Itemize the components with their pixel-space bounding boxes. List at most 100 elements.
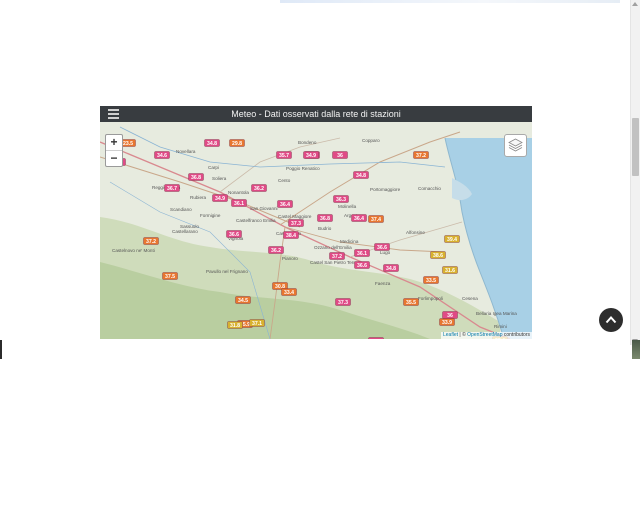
station-reading: 36.2 (271, 248, 281, 254)
place-label: Portomaggiore (370, 187, 401, 192)
station-reading: 36.4 (354, 216, 364, 222)
place-label: Pianoro (282, 256, 298, 261)
leaflet-link[interactable]: Leaflet (443, 332, 458, 338)
station-reading: 35.5 (406, 300, 416, 306)
station-reading: 38.4 (286, 233, 296, 239)
station-marker[interactable]: 36.6 (354, 261, 370, 270)
zoom-in-button[interactable]: + (106, 135, 122, 150)
place-label: Forlimpopoli (418, 296, 443, 301)
station-marker[interactable]: 36.8 (188, 173, 204, 182)
station-marker[interactable]: 36.1 (231, 199, 247, 208)
station-marker[interactable]: 36.8 (317, 214, 333, 223)
station-marker[interactable]: 36.7 (368, 337, 384, 340)
station-marker[interactable]: 36.7 (164, 184, 180, 193)
back-to-top-button[interactable] (599, 308, 623, 332)
station-marker[interactable]: 39.4 (444, 235, 460, 244)
place-label: Scandiano (170, 207, 192, 212)
station-marker[interactable]: 37.2 (329, 252, 345, 261)
place-label: Bondeno (298, 140, 317, 145)
station-marker[interactable]: 34.8 (383, 264, 399, 273)
station-marker[interactable]: 37.2 (143, 237, 159, 246)
map-canvas[interactable]: Novellara Bondeno Copparo Carpi Soliera Reggi… (100, 122, 532, 339)
station-marker[interactable]: 37.4 (368, 215, 384, 224)
station-marker[interactable]: 37.3 (335, 298, 351, 307)
browser-top-strip (280, 0, 620, 3)
place-label: Poggio Renatico (286, 166, 320, 171)
station-reading: 23.5 (123, 141, 133, 147)
station-reading: 38.6 (433, 253, 443, 259)
station-reading: 33.9 (442, 320, 452, 326)
station-marker[interactable]: 33.4 (281, 288, 297, 297)
station-marker[interactable]: 36.6 (226, 230, 242, 239)
station-reading: 35.7 (279, 153, 289, 159)
station-marker[interactable]: 36 (332, 151, 348, 160)
zoom-control: + − (105, 134, 123, 167)
station-marker[interactable]: 36.4 (277, 200, 293, 209)
station-marker[interactable]: 37.2 (413, 151, 429, 160)
place-label: Alfonsine (406, 230, 425, 235)
station-reading: 37.1 (252, 321, 262, 327)
station-reading: 34.8 (386, 266, 396, 272)
station-reading: 34.6 (157, 153, 167, 159)
place-label: Soliera (212, 176, 227, 181)
station-marker[interactable]: 34.5 (235, 296, 251, 305)
page-scrollbar[interactable] (630, 0, 640, 345)
station-reading: 37.4 (371, 217, 381, 223)
zoom-out-button[interactable]: − (106, 150, 122, 166)
place-label: Cento (278, 178, 291, 183)
station-marker[interactable]: 36 (442, 311, 458, 320)
station-marker[interactable]: 34.9 (303, 151, 319, 160)
station-marker[interactable]: 35.7 (276, 151, 292, 160)
place-label: Novellara (176, 149, 196, 154)
place-label: Copparo (362, 138, 380, 143)
station-reading: 34.8 (356, 173, 366, 179)
station-reading: 29.8 (232, 141, 242, 147)
station-marker[interactable]: 29.8 (229, 139, 245, 148)
station-reading: 34.5 (238, 298, 248, 304)
station-marker[interactable]: 34.9 (212, 194, 228, 203)
station-marker[interactable]: 34.8 (353, 171, 369, 180)
place-label: Castellarano (172, 229, 198, 234)
station-reading: 36.2 (254, 186, 264, 192)
station-reading: 39.4 (447, 237, 457, 243)
place-label: Medicina (340, 239, 359, 244)
left-edge-marker (0, 340, 2, 359)
station-marker[interactable]: 36.1 (354, 249, 370, 258)
station-marker[interactable]: 31.6 (442, 266, 458, 275)
station-reading: 37.2 (332, 254, 342, 260)
station-reading: 37.3 (291, 221, 301, 227)
chevron-up-icon (605, 316, 617, 324)
station-marker[interactable]: 36.2 (251, 184, 267, 193)
right-edge-image-strip (632, 340, 640, 359)
station-marker[interactable]: 33.5 (423, 276, 439, 285)
station-reading: 36.1 (234, 201, 244, 207)
station-reading: 36.6 (357, 263, 367, 269)
station-marker[interactable]: 36.6 (374, 243, 390, 252)
station-marker[interactable]: 37.5 (162, 272, 178, 281)
station-marker[interactable]: 38.6 (430, 251, 446, 260)
station-marker[interactable]: 36.3 (333, 195, 349, 204)
station-marker[interactable]: 35.5 (403, 298, 419, 307)
station-marker[interactable]: 36.4 (351, 214, 367, 223)
osm-link[interactable]: OpenStreetMap (467, 332, 502, 338)
station-marker[interactable]: 36.2 (268, 246, 284, 255)
station-reading: 36.1 (357, 251, 367, 257)
place-label: Carpi (208, 165, 219, 170)
station-marker[interactable]: 34.6 (154, 151, 170, 160)
station-marker[interactable]: 34.8 (204, 139, 220, 148)
station-reading: 34.9 (215, 196, 225, 202)
station-marker[interactable]: 38.4 (283, 231, 299, 240)
widget-titlebar: Meteo - Dati osservati dalla rete di sta… (100, 106, 532, 122)
station-marker[interactable]: 37.3 (288, 219, 304, 228)
place-label: Faenza (375, 281, 391, 286)
station-reading: 36.6 (229, 232, 239, 238)
station-reading: 31.8 (230, 323, 240, 329)
station-marker[interactable]: 37.1 (249, 319, 265, 328)
scroll-up-arrow-icon[interactable] (632, 2, 638, 6)
place-label: Castel San Pietro Terme (310, 260, 360, 265)
station-marker[interactable]: 31.8 (227, 321, 243, 330)
place-label: Castelfranco Emilia (236, 218, 276, 223)
station-marker[interactable]: 33.9 (439, 318, 455, 327)
layers-control-button[interactable] (504, 134, 527, 157)
scrollbar-thumb[interactable] (632, 118, 639, 176)
